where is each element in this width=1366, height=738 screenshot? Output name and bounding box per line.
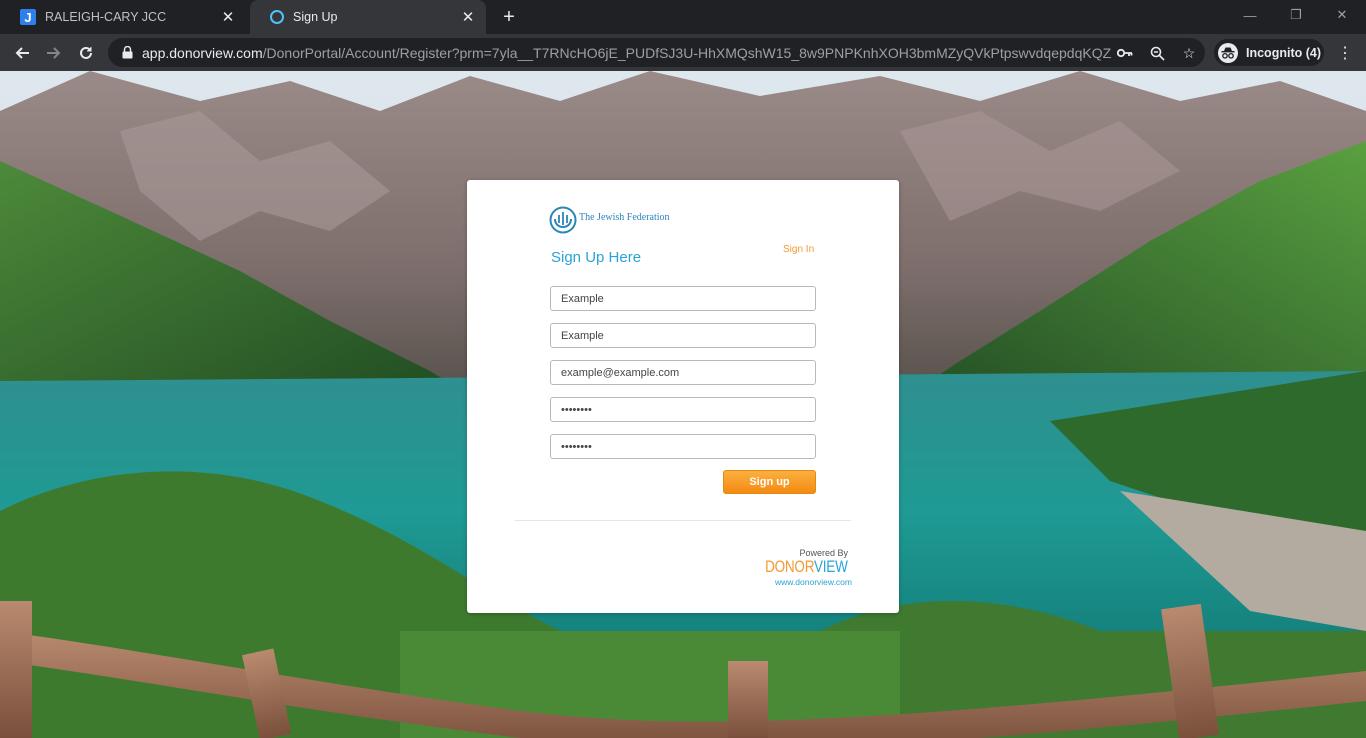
browser-toolbar: app.donorview.com/DonorPortal/Account/Re… <box>0 34 1366 71</box>
incognito-label: Incognito (4) <box>1246 45 1321 60</box>
forward-arrow-icon[interactable] <box>40 39 68 67</box>
url-host: app.donorview.com <box>142 44 263 61</box>
confirm-password-field[interactable] <box>550 434 816 459</box>
signup-card: The Jewish Federation Sign Up Here Sign … <box>467 180 899 613</box>
back-arrow-icon[interactable] <box>8 39 36 67</box>
org-name: The Jewish Federation <box>579 211 670 223</box>
close-window-icon[interactable]: ✕ <box>1322 4 1362 26</box>
federation-emblem-icon <box>549 206 577 234</box>
address-bar[interactable]: app.donorview.com/DonorPortal/Account/Re… <box>108 38 1205 67</box>
sign-up-button[interactable]: Sign up <box>723 470 816 494</box>
new-tab-plus-icon[interactable]: + <box>498 6 520 28</box>
powered-by-label: Powered By <box>799 548 848 558</box>
close-icon[interactable]: ✕ <box>460 9 476 26</box>
donorview-logo[interactable]: DONORVIEW <box>765 558 849 577</box>
tab-title: RALEIGH-CARY JCC <box>45 10 167 24</box>
lock-icon[interactable] <box>120 46 134 60</box>
password-field[interactable] <box>550 397 816 422</box>
sign-in-link[interactable]: Sign In <box>783 244 814 255</box>
email-field[interactable] <box>550 360 816 385</box>
tab-raleigh-cary-jcc[interactable]: J RALEIGH-CARY JCC ✕ <box>0 0 246 34</box>
donorview-logo-part1: DONOR <box>765 558 815 576</box>
reload-icon[interactable] <box>72 39 100 67</box>
last-name-field[interactable] <box>550 323 816 348</box>
tab-title: Sign Up <box>293 10 338 24</box>
tab-strip: J RALEIGH-CARY JCC ✕ Sign Up ✕ + — ❐ ✕ <box>0 0 1366 34</box>
minimize-icon[interactable]: — <box>1230 4 1270 26</box>
incognito-badge[interactable]: Incognito (4) <box>1214 39 1324 66</box>
url-text: app.donorview.com/DonorPortal/Account/Re… <box>142 45 1112 61</box>
jcc-favicon-icon: J <box>20 9 36 25</box>
federation-logo: The Jewish Federation <box>549 206 670 234</box>
divider <box>515 520 851 521</box>
first-name-field[interactable] <box>550 286 816 311</box>
incognito-icon <box>1218 42 1238 63</box>
tab-sign-up[interactable]: Sign Up ✕ <box>250 0 486 34</box>
zoom-icon[interactable] <box>1148 44 1166 62</box>
page-title: Sign Up Here <box>551 249 642 266</box>
url-path: /DonorPortal/Account/Register?prm=7yla__… <box>262 44 1112 61</box>
close-icon[interactable]: ✕ <box>220 9 236 26</box>
page-viewport: The Jewish Federation Sign Up Here Sign … <box>0 71 1366 738</box>
donorview-logo-part2: VIEW <box>814 558 848 576</box>
key-icon[interactable] <box>1116 44 1134 62</box>
donorview-url-link[interactable]: www.donorview.com <box>775 577 852 587</box>
loading-spinner-icon <box>270 10 284 24</box>
restore-icon[interactable]: ❐ <box>1276 4 1316 26</box>
menu-dots-icon[interactable]: ⋮ <box>1336 42 1354 64</box>
bookmark-star-icon[interactable]: ☆ <box>1180 44 1198 62</box>
